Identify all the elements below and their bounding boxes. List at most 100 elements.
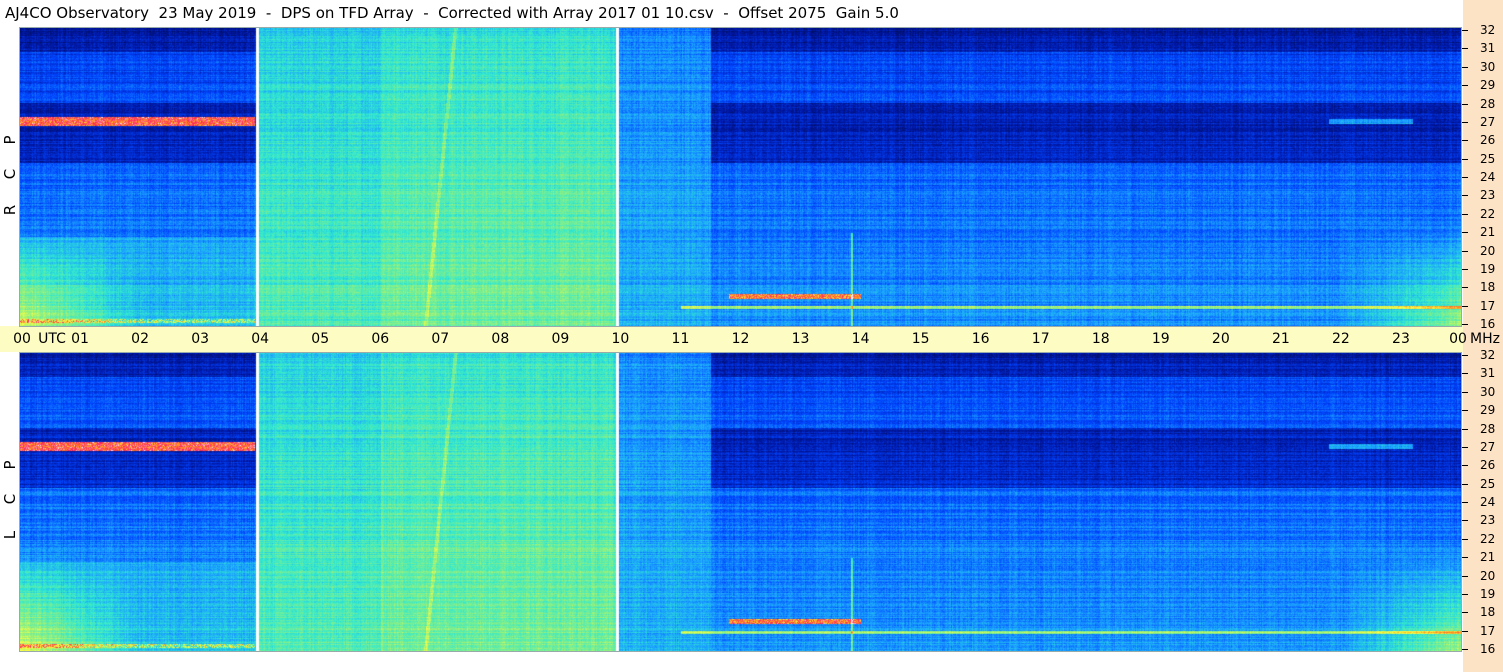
mhz-tick-label: 25 <box>1480 151 1496 166</box>
mhz-tick-mark <box>1462 85 1468 87</box>
utc-tick-label: 00 <box>13 331 31 347</box>
utc-tick-label: 10 <box>611 331 630 347</box>
polarization-letter: P <box>1 460 19 470</box>
mhz-tick-mark <box>1462 520 1468 522</box>
utc-axis-label: UTC <box>38 331 66 347</box>
mhz-tick-label: 28 <box>1480 96 1496 111</box>
polarization-letter: P <box>1 135 19 145</box>
polarization-letter: C <box>1 493 19 505</box>
mhz-tick-mark <box>1462 158 1468 160</box>
mhz-tick-label: 18 <box>1480 280 1496 295</box>
spectrogram-rcp <box>20 28 1461 326</box>
mhz-tick-label: 24 <box>1480 170 1496 184</box>
polarization-letter: R <box>1 204 19 216</box>
utc-tick-label: 19 <box>1151 331 1170 347</box>
mhz-tick-label: 28 <box>1480 421 1496 436</box>
mhz-tick-label: 20 <box>1480 568 1496 583</box>
mhz-tick-mark <box>1462 324 1468 325</box>
mhz-tick-label: 19 <box>1480 586 1496 601</box>
mhz-tick-mark <box>1462 195 1468 197</box>
mhz-tick-mark <box>1462 103 1468 105</box>
mhz-tick-label: 25 <box>1480 476 1496 491</box>
mhz-tick-mark <box>1462 30 1468 31</box>
utc-tick-label: 03 <box>191 331 210 347</box>
mhz-tick-mark <box>1462 483 1468 485</box>
mhz-tick-label: 17 <box>1480 623 1496 638</box>
utc-tick-label: 01 <box>71 331 89 347</box>
mhz-tick-label: 23 <box>1480 188 1496 203</box>
mhz-tick-mark <box>1462 373 1468 375</box>
mhz-tick-label: 20 <box>1480 243 1496 258</box>
utc-tick-label: 08 <box>491 331 510 347</box>
utc-tick-label: 11 <box>671 331 690 347</box>
mhz-tick-mark <box>1462 593 1468 595</box>
mhz-tick-mark <box>1462 305 1468 307</box>
utc-tick-label: 18 <box>1091 331 1110 347</box>
mhz-tick-mark <box>1462 557 1468 559</box>
mhz-tick-mark <box>1462 538 1468 540</box>
mhz-tick-mark <box>1462 391 1468 393</box>
mhz-tick-mark <box>1462 630 1468 632</box>
spectrogram-lcp <box>20 353 1461 651</box>
mhz-axis-label: MHz <box>1470 331 1500 347</box>
mhz-tick-label: 30 <box>1480 59 1496 74</box>
mhz-tick-label: 26 <box>1480 133 1496 148</box>
mhz-tick-label: 22 <box>1480 531 1496 546</box>
mhz-tick-label: 23 <box>1480 513 1496 528</box>
mhz-tick-mark <box>1462 48 1468 50</box>
mhz-tick-mark <box>1462 250 1468 252</box>
mhz-tick-label: 29 <box>1480 78 1496 93</box>
mhz-tick-mark <box>1462 66 1468 68</box>
mhz-tick-label: 18 <box>1480 605 1496 620</box>
mhz-tick-mark <box>1462 465 1468 467</box>
mhz-tick-label: 29 <box>1480 403 1496 418</box>
utc-tick-label: 22 <box>1331 331 1350 347</box>
mhz-tick-mark <box>1462 177 1468 178</box>
utc-tick-label: 23 <box>1392 331 1410 347</box>
utc-tick-label: 09 <box>551 331 570 347</box>
mhz-tick-mark <box>1462 575 1468 577</box>
polarization-letter: C <box>1 168 19 180</box>
mhz-tick-label: 16 <box>1480 317 1496 331</box>
utc-tick-label: 15 <box>911 331 930 347</box>
mhz-tick-mark <box>1462 502 1468 503</box>
mhz-tick-label: 21 <box>1480 550 1496 565</box>
mhz-tick-mark <box>1462 213 1468 215</box>
utc-tick-label: 13 <box>791 331 810 347</box>
utc-tick-label: 16 <box>971 331 990 347</box>
mhz-tick-label: 16 <box>1480 642 1496 656</box>
mhz-tick-label: 31 <box>1480 41 1496 56</box>
mhz-tick-mark <box>1462 268 1468 270</box>
utc-tick-label: 04 <box>251 331 270 347</box>
utc-tick-label: 02 <box>131 331 149 347</box>
mhz-tick-mark <box>1462 612 1468 614</box>
mhz-tick-label: 27 <box>1480 439 1496 454</box>
mhz-tick-mark <box>1462 140 1468 142</box>
mhz-tick-label: 19 <box>1480 261 1496 276</box>
utc-tick-label: 17 <box>1031 331 1050 347</box>
utc-tick-label: 05 <box>311 331 330 347</box>
chart-title: AJ4CO Observatory 23 May 2019 - DPS on T… <box>5 4 899 22</box>
mhz-tick-mark <box>1462 649 1468 650</box>
mhz-tick-mark <box>1462 287 1468 289</box>
utc-tick-label: 20 <box>1211 331 1230 347</box>
utc-tick-label: 07 <box>431 331 450 347</box>
mhz-tick-label: 31 <box>1480 366 1496 381</box>
mhz-tick-label: 27 <box>1480 114 1496 129</box>
utc-tick-label: 14 <box>851 331 870 347</box>
mhz-tick-mark <box>1462 232 1468 234</box>
polarization-letter: L <box>1 530 19 540</box>
mhz-tick-label: 26 <box>1480 458 1496 473</box>
mhz-tick-mark <box>1462 428 1468 430</box>
mhz-tick-label: 17 <box>1480 298 1496 313</box>
utc-tick-label: 21 <box>1271 331 1290 347</box>
mhz-tick-label: 22 <box>1480 206 1496 221</box>
mhz-tick-mark <box>1462 355 1468 356</box>
utc-tick-label: 00 <box>1449 331 1467 347</box>
mhz-tick-label: 32 <box>1480 348 1496 362</box>
mhz-tick-mark <box>1462 410 1468 412</box>
mhz-tick-mark <box>1462 446 1468 448</box>
utc-tick-label: 12 <box>731 331 750 347</box>
mhz-tick-label: 30 <box>1480 384 1496 399</box>
utc-tick-label: 06 <box>371 331 390 347</box>
